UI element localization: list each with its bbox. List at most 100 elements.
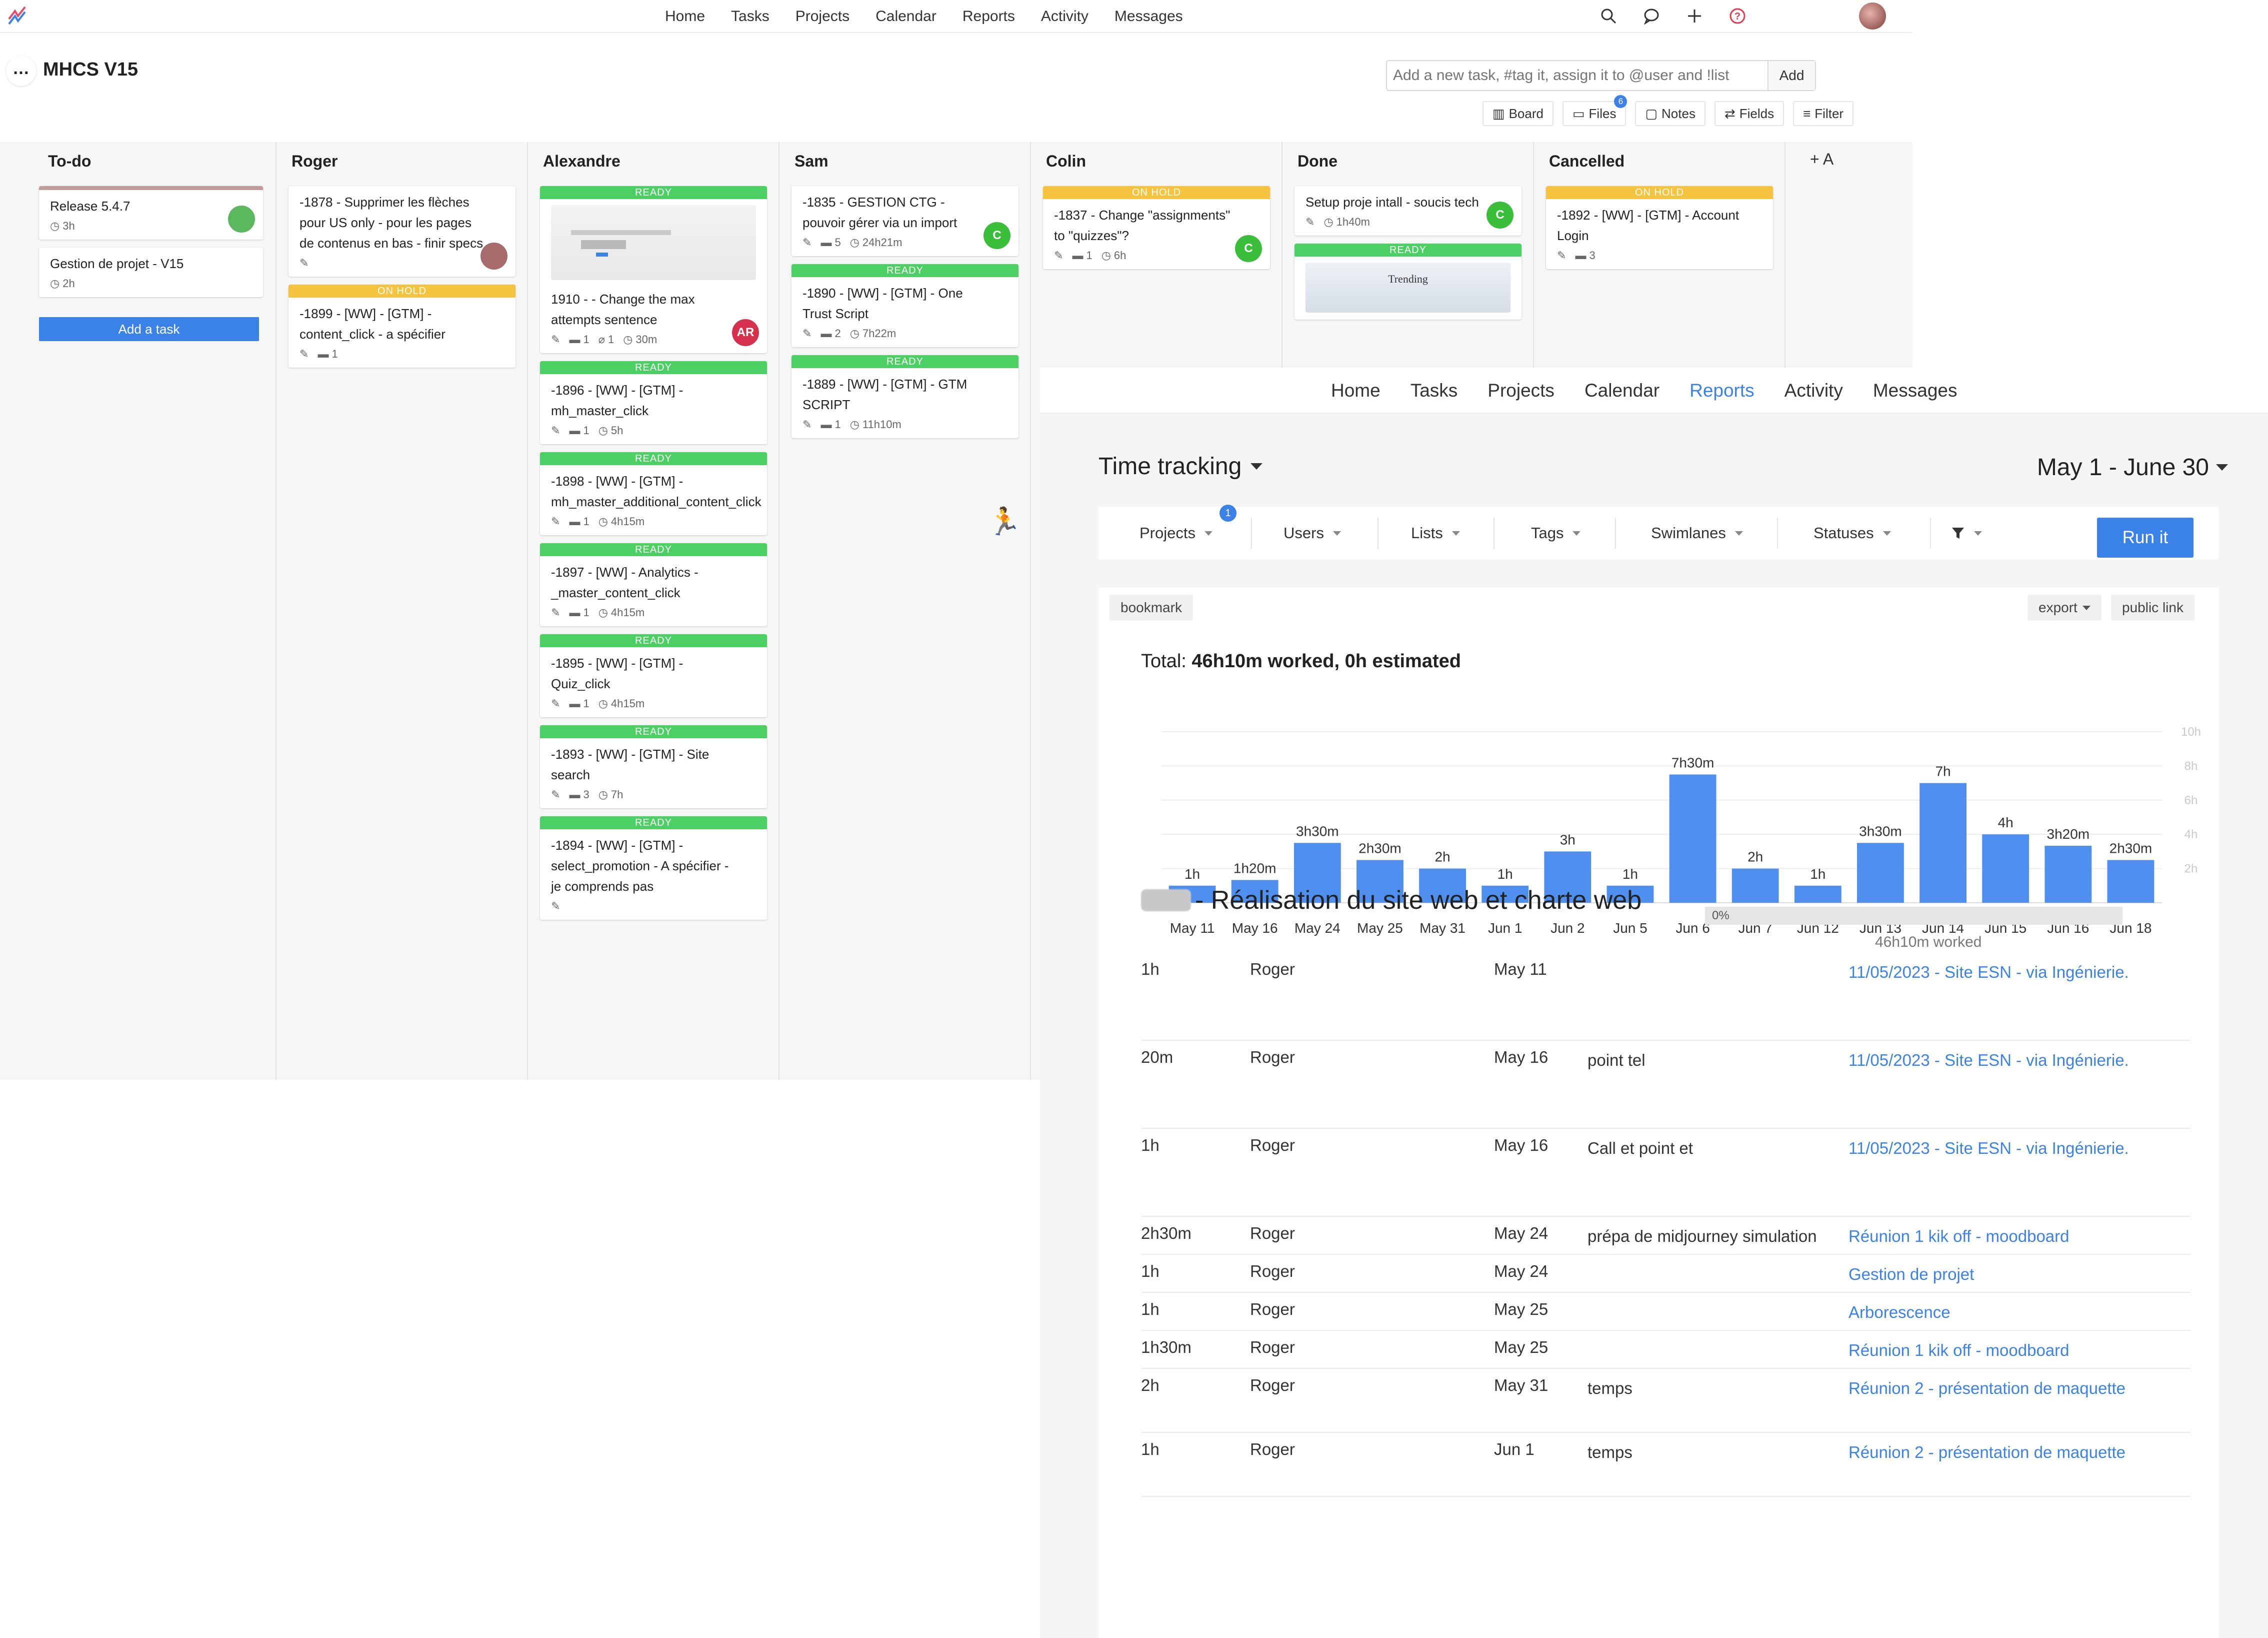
entry-task-link[interactable]: 11/05/2023 - Site ESN - via Ingénierie. bbox=[1848, 1136, 2148, 1161]
nav-reports[interactable]: Reports bbox=[962, 8, 1015, 25]
task-card[interactable]: READY -1890 - [WW] - [GTM] - One Trust Sc… bbox=[792, 264, 1018, 347]
reports-nav-calendar[interactable]: Calendar bbox=[1584, 380, 1660, 401]
pencil-icon[interactable]: ✎ bbox=[551, 900, 560, 913]
add-column-button[interactable]: + A bbox=[1810, 150, 1834, 169]
pencil-icon[interactable]: ✎ bbox=[551, 697, 560, 710]
assignee-avatar[interactable] bbox=[228, 206, 255, 233]
filter-users[interactable]: Users bbox=[1284, 507, 1341, 560]
pencil-icon[interactable]: ✎ bbox=[300, 257, 308, 270]
bookmark-button[interactable]: bookmark bbox=[1110, 595, 1193, 621]
assignee-avatar[interactable]: AR bbox=[732, 319, 759, 346]
column-title[interactable]: To-do bbox=[48, 152, 91, 171]
task-card[interactable]: ON HOLD -1899 - [WW] - [GTM] - content_cl… bbox=[288, 285, 516, 368]
chat-icon[interactable] bbox=[1640, 5, 1662, 27]
add-task-button[interactable]: Add a task bbox=[39, 317, 259, 341]
task-card[interactable]: READY -1898 - [WW] - [GTM] - mh_master_ad… bbox=[540, 452, 767, 535]
notes-button[interactable]: ▢ Notes bbox=[1635, 101, 1706, 126]
task-card[interactable]: READY 1910 - - Change the max attempts se… bbox=[540, 186, 767, 353]
pencil-icon[interactable]: ✎ bbox=[1306, 216, 1314, 229]
pencil-icon[interactable]: ✎ bbox=[1054, 249, 1063, 262]
assignee-avatar[interactable]: C bbox=[1486, 202, 1514, 229]
chart-bar[interactable] bbox=[1982, 834, 2030, 903]
date-range-dropdown[interactable]: May 1 - June 30 bbox=[2037, 454, 2228, 481]
task-card[interactable]: ON HOLD -1837 - Change "assignments" to "… bbox=[1043, 186, 1270, 269]
pencil-icon[interactable]: ✎ bbox=[802, 327, 812, 340]
filter-lists[interactable]: Lists bbox=[1411, 507, 1460, 560]
nav-messages[interactable]: Messages bbox=[1114, 8, 1183, 25]
assignee-avatar[interactable]: C bbox=[984, 222, 1010, 249]
pencil-icon[interactable]: ✎ bbox=[802, 418, 812, 431]
task-card[interactable]: Setup proje intall - soucis tech ✎ ◷ 1h40m C bbox=[1294, 186, 1522, 236]
pencil-icon[interactable]: ✎ bbox=[551, 788, 560, 801]
entry-task-link[interactable]: Réunion 2 - présentation de maquette bbox=[1848, 1376, 2148, 1401]
task-card[interactable]: Release 5.4.7 ◷ 3h bbox=[39, 186, 263, 240]
task-card[interactable]: -1835 - GESTION CTG - pouvoir gérer via … bbox=[792, 186, 1018, 256]
filter-projects[interactable]: Projects bbox=[1140, 507, 1212, 560]
column-title[interactable]: Sam bbox=[794, 152, 828, 171]
card-thumbnail[interactable] bbox=[551, 205, 756, 280]
search-icon[interactable] bbox=[1598, 5, 1620, 27]
task-card[interactable]: READY -1895 - [WW] - [GTM] - Quiz_click ✎ ▬… bbox=[540, 634, 767, 717]
public-link-button[interactable]: public link bbox=[2111, 595, 2194, 621]
column-title[interactable]: Cancelled bbox=[1549, 152, 1624, 171]
chart-bar[interactable] bbox=[1669, 774, 1716, 903]
advanced-filter-dropdown[interactable] bbox=[1951, 507, 1982, 560]
reports-nav-messages[interactable]: Messages bbox=[1873, 380, 1958, 401]
run-report-button[interactable]: Run it bbox=[2097, 518, 2194, 558]
files-button[interactable]: ▭ Files 6 bbox=[1562, 95, 1628, 126]
fields-button[interactable]: ⇄ Fields bbox=[1714, 101, 1784, 126]
nav-activity[interactable]: Activity bbox=[1041, 8, 1088, 25]
chart-bar[interactable] bbox=[2107, 860, 2154, 903]
reports-nav-projects[interactable]: Projects bbox=[1488, 380, 1554, 401]
pencil-icon[interactable]: ✎ bbox=[551, 424, 560, 437]
plus-icon[interactable] bbox=[1684, 5, 1706, 27]
nav-projects[interactable]: Projects bbox=[796, 8, 850, 25]
chart-bar[interactable] bbox=[1920, 783, 1966, 903]
export-dropdown[interactable]: export bbox=[2028, 595, 2102, 621]
pencil-icon[interactable]: ✎ bbox=[1557, 249, 1566, 262]
nav-calendar[interactable]: Calendar bbox=[876, 8, 936, 25]
filter-button[interactable]: ≡ Filter bbox=[1793, 101, 1854, 126]
report-type-dropdown[interactable]: Time tracking bbox=[1098, 453, 1263, 480]
reports-nav-home[interactable]: Home bbox=[1331, 380, 1380, 401]
task-card[interactable]: READY -1896 - [WW] - [GTM] - mh_master_cl… bbox=[540, 361, 767, 444]
task-card[interactable]: READY -1893 - [WW] - [GTM] - Site search ✎… bbox=[540, 725, 767, 808]
task-card[interactable]: READY -1889 - [WW] - [GTM] - GTM SCRIPT ✎ ▬… bbox=[792, 355, 1018, 438]
pencil-icon[interactable]: ✎ bbox=[300, 348, 308, 361]
pencil-icon[interactable]: ✎ bbox=[551, 333, 560, 346]
column-title[interactable]: Alexandre bbox=[543, 152, 620, 171]
assignee-avatar[interactable] bbox=[480, 243, 508, 270]
task-card[interactable]: ON HOLD -1892 - [WW] - [GTM] - Account Lo… bbox=[1546, 186, 1773, 269]
filter-tags[interactable]: Tags bbox=[1531, 507, 1581, 560]
pencil-icon[interactable]: ✎ bbox=[551, 606, 560, 619]
entry-task-link[interactable]: Réunion 1 kik off - moodboard bbox=[1848, 1338, 2148, 1363]
reports-nav-tasks[interactable]: Tasks bbox=[1410, 380, 1458, 401]
column-title[interactable]: Roger bbox=[292, 152, 338, 171]
entry-task-link[interactable]: 11/05/2023 - Site ESN - via Ingénierie. bbox=[1848, 960, 2148, 985]
filter-statuses[interactable]: Statuses bbox=[1814, 507, 1891, 560]
entry-task-link[interactable]: Gestion de projet bbox=[1848, 1262, 2148, 1287]
entry-task-link[interactable]: Arborescence bbox=[1848, 1300, 2148, 1325]
task-card[interactable]: -1878 - Supprimer les flèches pour US on… bbox=[288, 186, 516, 277]
task-card[interactable]: READY -1894 - [WW] - [GTM] - select_promo… bbox=[540, 816, 767, 920]
app-logo-icon[interactable] bbox=[6, 4, 29, 27]
quick-add-input[interactable] bbox=[1387, 61, 1768, 90]
pencil-icon[interactable]: ✎ bbox=[551, 515, 560, 528]
user-avatar[interactable] bbox=[1859, 3, 1886, 30]
quick-add-button[interactable]: Add bbox=[1768, 61, 1815, 90]
chart-bar[interactable] bbox=[1732, 868, 1779, 903]
chart-bar[interactable] bbox=[1794, 885, 1842, 903]
reports-nav-reports[interactable]: Reports bbox=[1690, 380, 1754, 401]
entry-task-link[interactable]: Réunion 1 kik off - moodboard bbox=[1848, 1224, 2148, 1249]
nav-home[interactable]: Home bbox=[665, 8, 705, 25]
task-card[interactable]: Gestion de projet - V15 ◷ 2h bbox=[39, 248, 263, 297]
column-title[interactable]: Done bbox=[1298, 152, 1338, 171]
entry-task-link[interactable]: 11/05/2023 - Site ESN - via Ingénierie. bbox=[1848, 1048, 2148, 1073]
column-title[interactable]: Colin bbox=[1046, 152, 1086, 171]
assignee-avatar[interactable]: C bbox=[1235, 235, 1262, 262]
pencil-icon[interactable]: ✎ bbox=[802, 236, 812, 249]
nav-tasks[interactable]: Tasks bbox=[731, 8, 770, 25]
chart-bar[interactable] bbox=[1857, 843, 1904, 903]
task-card[interactable]: READY Trending bbox=[1294, 244, 1522, 320]
entry-task-link[interactable]: Réunion 2 - présentation de maquette bbox=[1848, 1440, 2148, 1465]
